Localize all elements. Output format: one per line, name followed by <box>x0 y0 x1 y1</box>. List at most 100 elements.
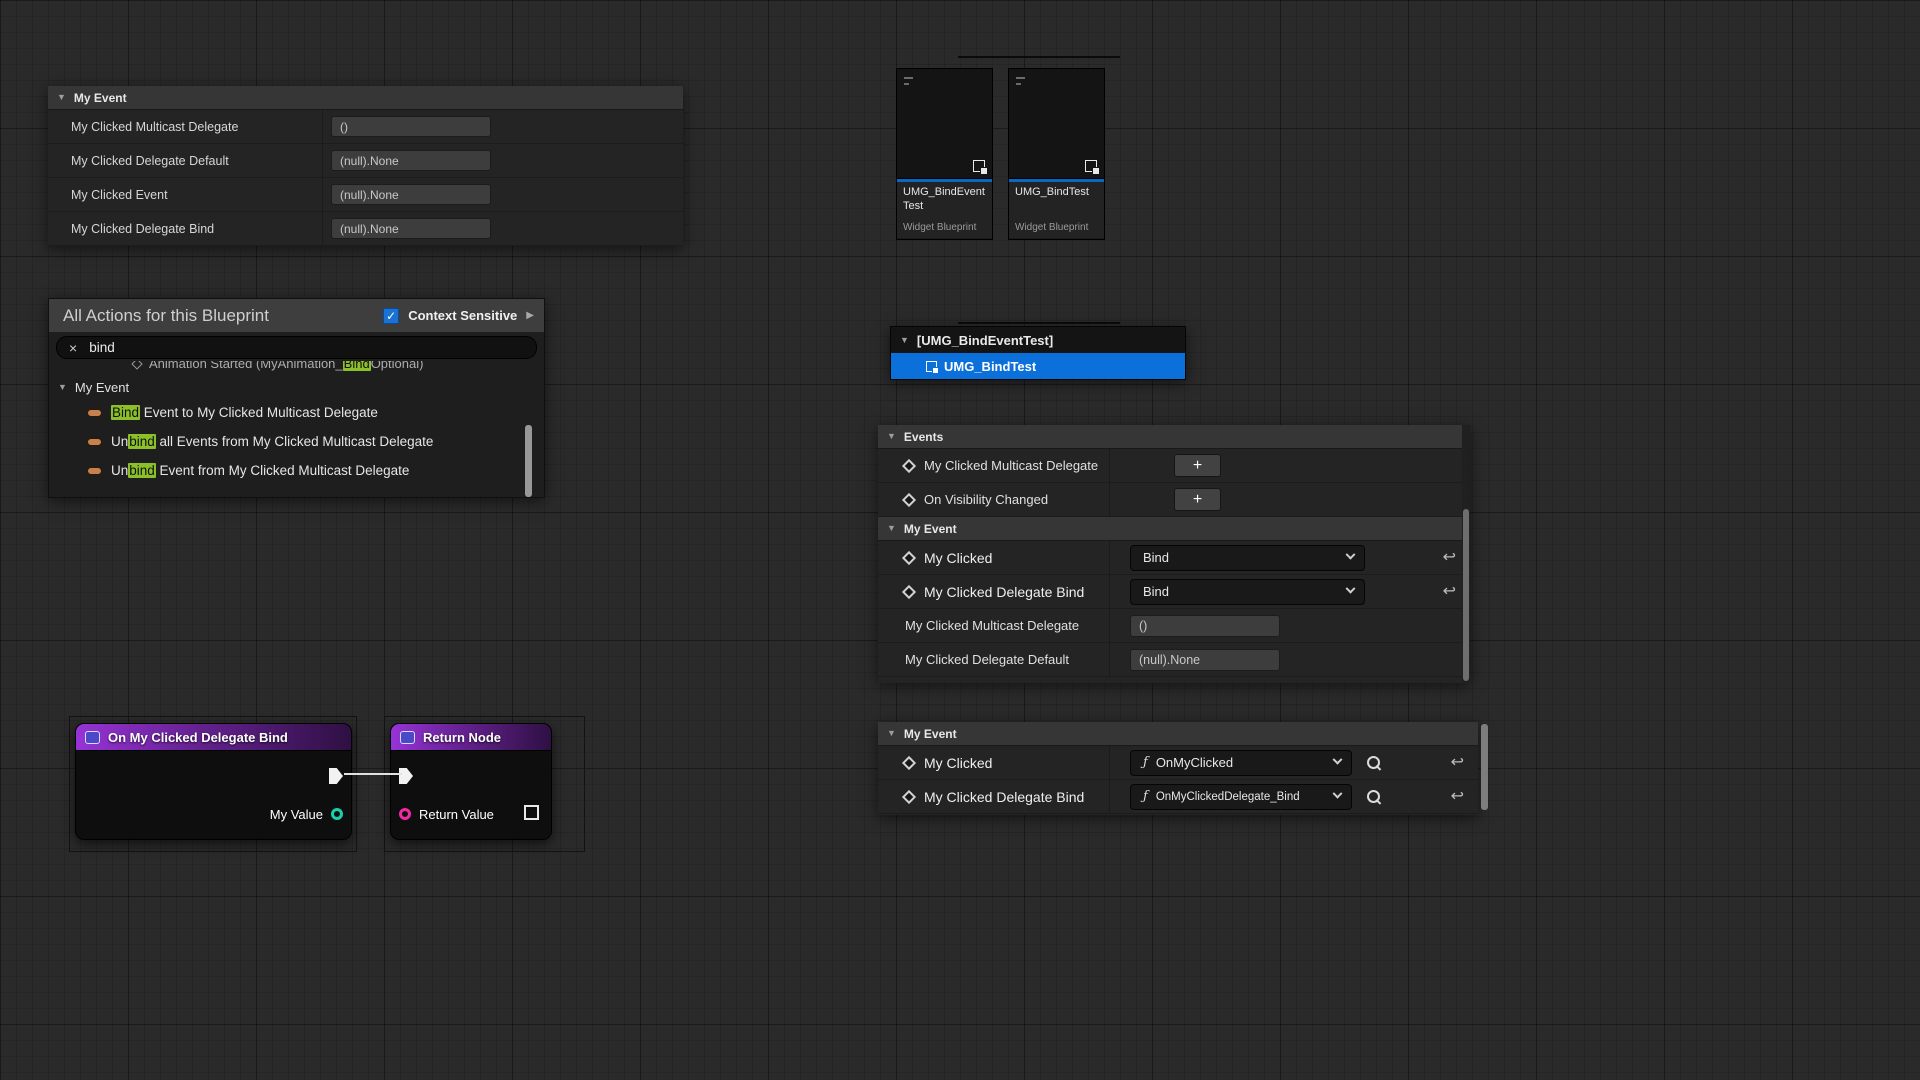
input-pin-label: Return Value <box>419 807 494 822</box>
function-dropdown[interactable]: ƒ OnMyClicked <box>1130 750 1352 776</box>
hierarchy-panel: ▼ [UMG_BindEventTest] UMG_BindTest <box>890 326 1186 380</box>
reset-to-default-button[interactable]: ↩ <box>1443 550 1456 566</box>
asset-thumbnail[interactable] <box>1009 69 1104 179</box>
node-header[interactable]: On My Clicked Delegate Bind <box>76 724 351 751</box>
delegate-pin-icon <box>902 492 916 506</box>
context-sensitive-label: Context Sensitive <box>408 308 517 323</box>
plus-icon: + <box>1193 492 1202 508</box>
category-header-my-event[interactable]: ▼ My Event <box>878 722 1478 746</box>
delegate-pin-icon <box>902 789 916 803</box>
collapse-arrow-icon[interactable]: ▼ <box>887 524 896 533</box>
actions-category-my-event[interactable]: ▼ My Event <box>49 376 544 398</box>
actions-category-label: My Event <box>75 380 129 395</box>
animation-event-icon <box>131 361 142 369</box>
exec-input-pin[interactable] <box>399 768 413 784</box>
action-item-unbind-event[interactable]: Unbind Event from My Clicked Multicast D… <box>49 456 544 485</box>
hierarchy-selected-label: UMG_BindTest <box>944 359 1036 374</box>
asset-thumbnail[interactable] <box>897 69 992 179</box>
add-event-button[interactable]: + <box>1174 454 1221 477</box>
hierarchy-root-row[interactable]: ▼ [UMG_BindEventTest] <box>891 327 1185 353</box>
property-label: My Clicked Delegate Default <box>71 154 229 168</box>
asset-name: UMG_BindEventTest <box>903 186 986 214</box>
delegate-label: My Clicked Delegate Bind <box>924 584 1084 600</box>
node-return-node[interactable]: Return Node Return Value <box>390 723 552 840</box>
delegate-bind-row: My Clicked Bind ↩ <box>878 541 1470 575</box>
category-header-events[interactable]: ▼ Events <box>878 425 1470 449</box>
reset-to-default-button[interactable]: ↩ <box>1451 789 1464 805</box>
category-header-my-event[interactable]: ▼ My Event <box>48 86 683 110</box>
return-value-input-pin[interactable] <box>399 808 411 820</box>
result-text: Animation Started (MyAnimation_ <box>149 361 343 371</box>
property-value-field[interactable]: (null).None <box>331 184 491 205</box>
item-text: Event from My Clicked Multicast Delegate <box>156 463 410 478</box>
asset-name: UMG_BindTest <box>1015 186 1098 200</box>
delegate-icon <box>87 409 102 417</box>
add-event-button[interactable]: + <box>1174 488 1221 511</box>
actions-search-input[interactable]: × bind <box>56 336 537 359</box>
property-label: My Clicked Delegate Bind <box>71 222 214 236</box>
expand-arrow-icon[interactable]: ▶ <box>526 310 534 321</box>
exec-output-pin[interactable] <box>329 768 343 784</box>
property-value-field[interactable]: (null).None <box>331 150 491 171</box>
actions-scrollbar[interactable] <box>525 425 532 497</box>
plus-icon: + <box>1193 458 1202 474</box>
action-item-bind-event[interactable]: Bind Event to My Clicked Multicast Deleg… <box>49 398 544 427</box>
details-scrollbar-thumb[interactable] <box>1463 509 1469 681</box>
output-pin-label: My Value <box>270 807 323 822</box>
content-browser-edge <box>958 56 1120 58</box>
reset-to-default-button[interactable]: ↩ <box>1443 584 1456 600</box>
dropdown-value: Bind <box>1143 584 1169 599</box>
node-header[interactable]: Return Node <box>391 724 551 751</box>
browse-to-function-icon[interactable] <box>1366 789 1382 805</box>
bind-dropdown[interactable]: Bind <box>1130 545 1365 571</box>
node-title: On My Clicked Delegate Bind <box>108 730 288 745</box>
collapse-arrow-icon[interactable]: ▼ <box>887 729 896 738</box>
asset-card-umg-bindtest[interactable]: UMG_BindTest Widget Blueprint <box>1008 68 1105 240</box>
details-panel-top-left: ▼ My Event My Clicked Multicast Delegate… <box>48 86 683 246</box>
collapse-arrow-icon[interactable]: ▼ <box>57 93 66 102</box>
event-label: On Visibility Changed <box>924 492 1048 507</box>
collapse-arrow-icon[interactable]: ▼ <box>900 336 909 345</box>
chevron-down-icon <box>1333 789 1343 799</box>
reset-to-default-button[interactable]: ↩ <box>1451 755 1464 771</box>
category-header-my-event[interactable]: ▼ My Event <box>878 517 1470 541</box>
action-item-unbind-all-events[interactable]: Unbind all Events from My Clicked Multic… <box>49 427 544 456</box>
context-sensitive-checkbox[interactable]: ✓ <box>383 308 399 324</box>
property-row: My Clicked Delegate Default (null).None <box>48 144 683 178</box>
category-header-label: My Event <box>74 91 127 105</box>
item-highlight: Bind <box>111 405 140 420</box>
bind-dropdown[interactable]: Bind <box>1130 579 1365 605</box>
item-highlight: bind <box>128 434 156 449</box>
hierarchy-selected-row[interactable]: UMG_BindTest <box>891 353 1185 379</box>
bottom-details-scrollbar-thumb[interactable] <box>1481 724 1488 810</box>
property-row: My Clicked Delegate Default (null).None <box>878 643 1470 677</box>
item-text: all Events from My Clicked Multicast Del… <box>156 434 434 449</box>
delegate-label: My Clicked <box>924 550 992 566</box>
return-node-icon <box>400 731 415 744</box>
asset-card-umg-bindeventtest[interactable]: UMG_BindEventTest Widget Blueprint <box>896 68 993 240</box>
collapse-arrow-icon[interactable]: ▼ <box>887 432 896 441</box>
return-value-checkbox[interactable] <box>524 805 539 820</box>
property-value-field[interactable]: (null).None <box>331 218 491 239</box>
collapse-arrow-icon[interactable]: ▼ <box>58 383 67 392</box>
item-text: Un <box>111 434 128 449</box>
function-dropdown[interactable]: ƒ OnMyClickedDelegate_Bind <box>1130 784 1352 810</box>
my-value-output-pin[interactable] <box>331 808 343 820</box>
exec-wire[interactable] <box>344 773 402 775</box>
property-value-field[interactable]: (null).None <box>1130 649 1280 671</box>
result-text: Optional) <box>371 361 424 371</box>
all-actions-title: All Actions for this Blueprint <box>63 306 374 326</box>
delegate-icon <box>87 438 102 446</box>
details-scrollbar-track[interactable] <box>1462 425 1470 683</box>
asset-type: Widget Blueprint <box>1015 222 1088 233</box>
item-highlight: bind <box>128 463 156 478</box>
property-value-field[interactable]: () <box>1130 615 1280 637</box>
browse-to-function-icon[interactable] <box>1366 755 1382 771</box>
property-value-field[interactable]: () <box>331 116 491 137</box>
blueprint-graph-background[interactable]: ▼ My Event My Clicked Multicast Delegate… <box>0 0 1920 1080</box>
clear-search-icon[interactable]: × <box>69 341 77 355</box>
dropdown-value: OnMyClicked <box>1156 755 1233 770</box>
node-on-my-clicked-delegate-bind[interactable]: On My Clicked Delegate Bind My Value <box>75 723 352 840</box>
clipped-action-result[interactable]: Animation Started (MyAnimation_BindOptio… <box>49 361 544 376</box>
hierarchy-panel-edge <box>958 322 1120 324</box>
